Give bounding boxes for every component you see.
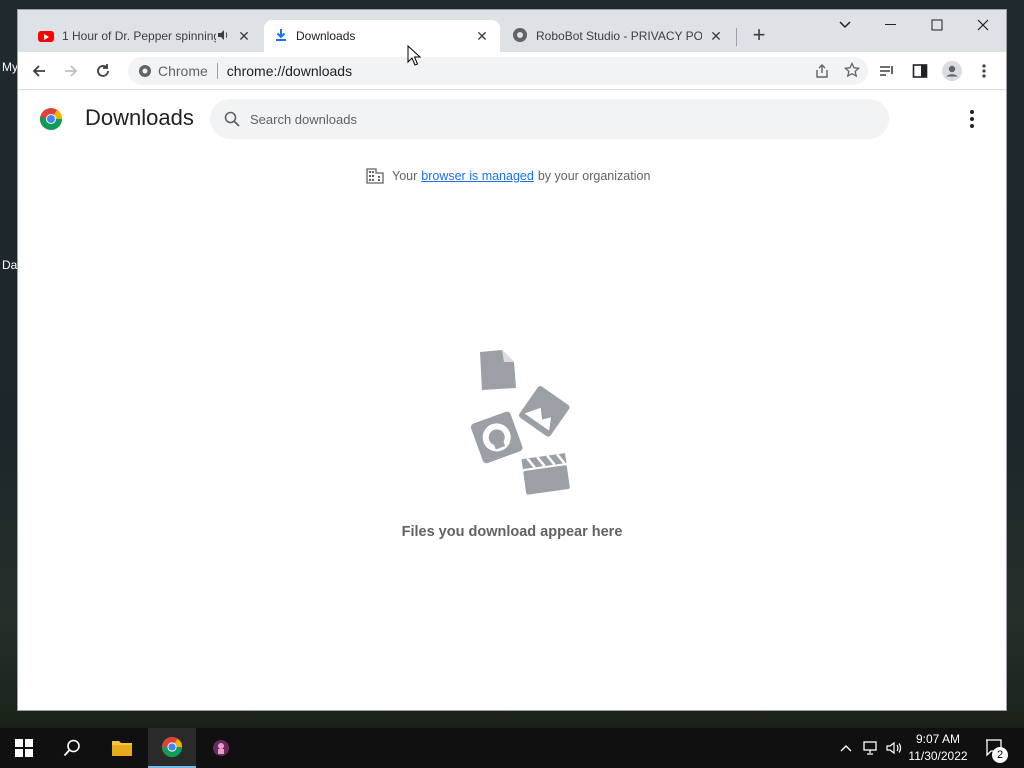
tab-robobot[interactable]: RoboBot Studio - PRIVACY POLICY ✕ [502,20,734,52]
tab-title: RoboBot Studio - PRIVACY POLICY [536,29,702,43]
video-clip-icon [521,453,570,495]
desktop-icon-labels: My Da [0,56,18,296]
browser-managed-link[interactable]: browser is managed [421,169,534,183]
minimize-button[interactable] [868,10,914,40]
close-window-button[interactable] [960,10,1006,40]
back-button[interactable] [26,58,52,84]
tab-title: 1 Hour of Dr. Pepper spinning [62,29,216,43]
chrome-taskbar-button[interactable] [148,728,196,768]
page-title: Downloads [85,105,194,130]
speaker-icon[interactable] [216,28,230,45]
taskbar: 9:07 AM 11/30/2022 2 [0,728,1024,768]
more-vert-icon-dot [970,117,974,121]
image-icon [518,386,570,437]
avatar-icon [942,61,962,81]
start-button[interactable] [0,728,48,768]
new-tab-button[interactable]: + [747,24,771,48]
reading-list-button[interactable] [874,58,900,84]
search-icon [63,739,80,757]
show-hidden-icons-button[interactable] [836,728,856,768]
tab-youtube[interactable]: 1 Hour of Dr. Pepper spinning ✕ [28,20,262,52]
reading-list-icon [880,66,893,76]
chevron-down-icon [839,21,851,29]
minimize-icon [885,24,896,25]
close-tab-icon[interactable]: ✕ [708,28,724,44]
notification-count-badge: 2 [992,747,1008,763]
browser-toolbar: Chrome chrome://downloads [18,52,1006,90]
tab-search-button[interactable] [822,10,868,40]
address-bar[interactable]: Chrome chrome://downloads [128,57,868,85]
chrome-menu-button[interactable] [971,58,997,84]
reload-button[interactable] [90,58,116,84]
forward-button[interactable] [58,58,84,84]
robobot-app-icon [213,740,229,756]
share-icon[interactable] [814,63,830,82]
more-vert-icon [982,64,986,78]
windows-logo-icon [15,739,33,757]
network-button[interactable] [860,728,882,768]
desktop-label-2[interactable]: Da [2,258,17,272]
downloads-menu-button[interactable] [962,107,982,131]
tab-strip: 1 Hour of Dr. Pepper spinning ✕ Download… [18,10,1006,52]
close-icon [977,19,989,31]
chevron-up-icon [840,745,852,752]
clock-date: 11/30/2022 [908,749,968,763]
maximize-button[interactable] [914,10,960,40]
empty-state-message: Files you download appear here [401,524,623,540]
search-downloads-box[interactable] [210,99,889,139]
tab-downloads[interactable]: Downloads ✕ [264,20,500,52]
tab-title: Downloads [296,29,356,43]
chrome-site-icon [138,64,152,78]
reload-icon [97,64,109,77]
mouse-cursor-icon [407,44,422,72]
more-vert-icon-dot [970,110,974,114]
building-icon [366,168,384,184]
side-panel-button[interactable] [907,58,933,84]
empty-downloads-illustration [450,346,574,501]
browser-window: 1 Hour of Dr. Pepper spinning ✕ Download… [18,10,1006,710]
side-panel-icon [912,64,928,78]
desktop-label-1[interactable]: My [2,60,18,74]
bookmark-star-icon[interactable] [843,61,861,81]
downloads-page: Downloads Your browser is managed by you… [18,91,1006,710]
file-explorer-button[interactable] [98,728,146,768]
audio-icon [470,411,523,464]
clock-time: 9:07 AM [915,732,961,746]
site-label: Chrome [158,63,208,79]
robobot-icon [512,27,528,46]
network-icon [863,741,877,755]
download-icon [274,28,288,45]
omnibox-separator [216,63,218,79]
youtube-icon [38,30,54,42]
speaker-icon [886,741,902,755]
maximize-icon [931,19,943,31]
chrome-icon [161,736,183,758]
url-text[interactable]: chrome://downloads [227,63,352,79]
managed-notice: Your browser is managed by your organiza… [366,168,650,184]
profile-button[interactable] [939,58,965,84]
tab-separator [736,28,737,46]
more-vert-icon-dot [970,124,974,128]
document-icon [480,350,516,390]
chrome-logo-icon [39,107,63,136]
managed-suffix: by your organization [537,169,651,183]
folder-icon [112,741,132,756]
search-input[interactable] [250,111,850,127]
search-taskbar-button[interactable] [48,728,96,768]
search-icon[interactable] [224,111,240,127]
notification-center-button[interactable]: 2 [980,728,1010,768]
arrow-right-icon [65,65,78,77]
close-tab-icon[interactable]: ✕ [474,28,490,44]
robobot-taskbar-button[interactable] [197,728,245,768]
arrow-left-icon [32,65,45,77]
close-tab-icon[interactable]: ✕ [236,28,252,44]
taskbar-clock[interactable]: 9:07 AM 11/30/2022 [902,731,974,765]
managed-prefix: Your [392,169,418,183]
